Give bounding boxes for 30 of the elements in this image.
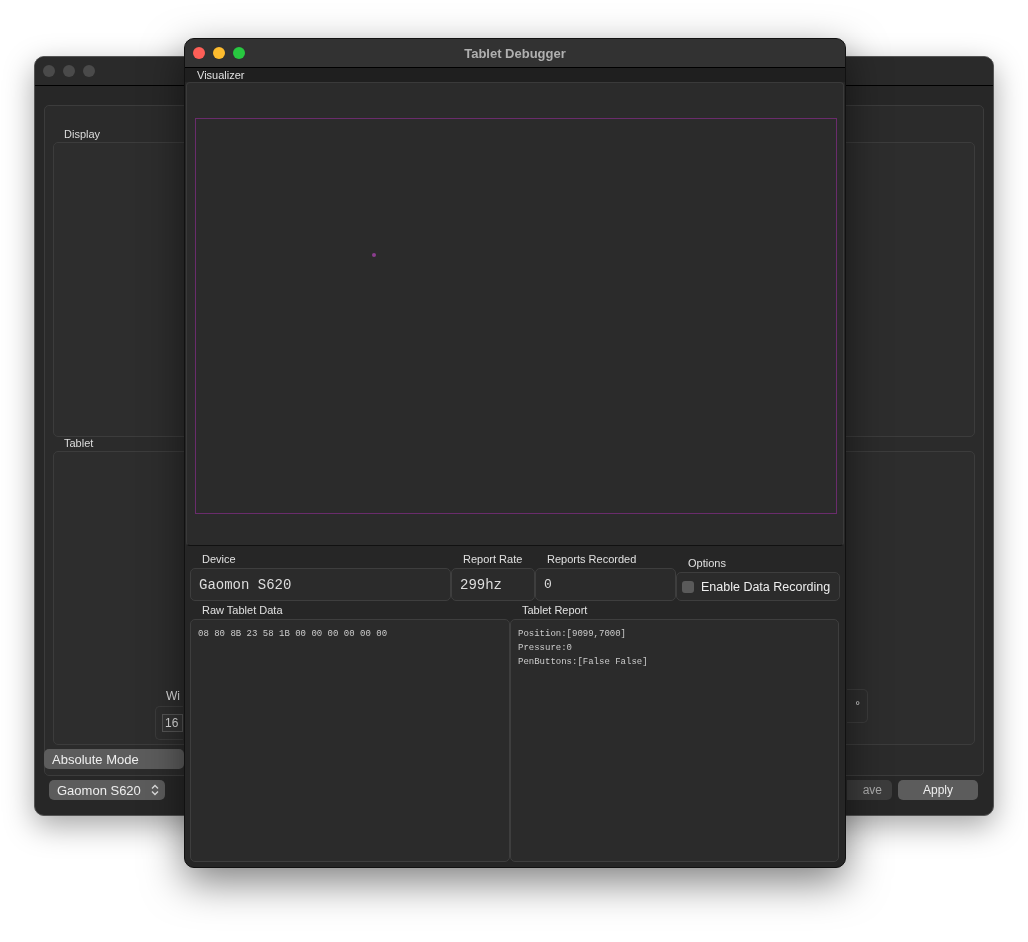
push-button[interactable]: Apply bbox=[898, 780, 978, 800]
group-label: Tablet bbox=[64, 437, 94, 450]
field-label: Report Rate bbox=[463, 553, 523, 566]
section-label: Tablet Report bbox=[522, 604, 588, 617]
device-select[interactable]: Gaomon S620 bbox=[49, 780, 165, 800]
field-label: Wi bbox=[166, 689, 180, 703]
device-field: Gaomon S620 bbox=[190, 568, 451, 601]
zoom-button[interactable] bbox=[233, 47, 245, 59]
report-line: PenButtons:[False False] bbox=[518, 656, 648, 669]
push-button[interactable]: ave bbox=[847, 780, 892, 800]
unit-label: ° bbox=[855, 699, 860, 713]
count-field: 0 bbox=[535, 568, 676, 601]
report-line: Pressure:0 bbox=[518, 642, 572, 655]
field-label: Device bbox=[202, 553, 236, 566]
window-title: Tablet Debugger bbox=[464, 45, 566, 61]
rate-field: 299hz bbox=[451, 568, 535, 601]
width-field[interactable]: 16 bbox=[162, 714, 183, 732]
report-line: Position:[9099,7000] bbox=[518, 628, 627, 641]
recording-checkbox[interactable]: Enable Data Recording bbox=[682, 579, 831, 594]
updown-icon bbox=[150, 784, 159, 796]
field-label: Reports Recorded bbox=[547, 553, 637, 566]
mode-button[interactable]: Absolute Mode bbox=[44, 749, 184, 769]
section-label: Raw Tablet Data bbox=[202, 604, 283, 617]
data-line: 08 80 8B 23 58 1B 00 00 00 00 00 00 bbox=[198, 628, 388, 641]
section-label: Visualizer bbox=[197, 68, 245, 82]
minimize-button[interactable] bbox=[213, 47, 225, 59]
group-label: Display bbox=[64, 128, 101, 141]
group-label: Options bbox=[688, 557, 726, 570]
pen-position-dot bbox=[372, 253, 376, 257]
close-button[interactable] bbox=[193, 47, 205, 59]
